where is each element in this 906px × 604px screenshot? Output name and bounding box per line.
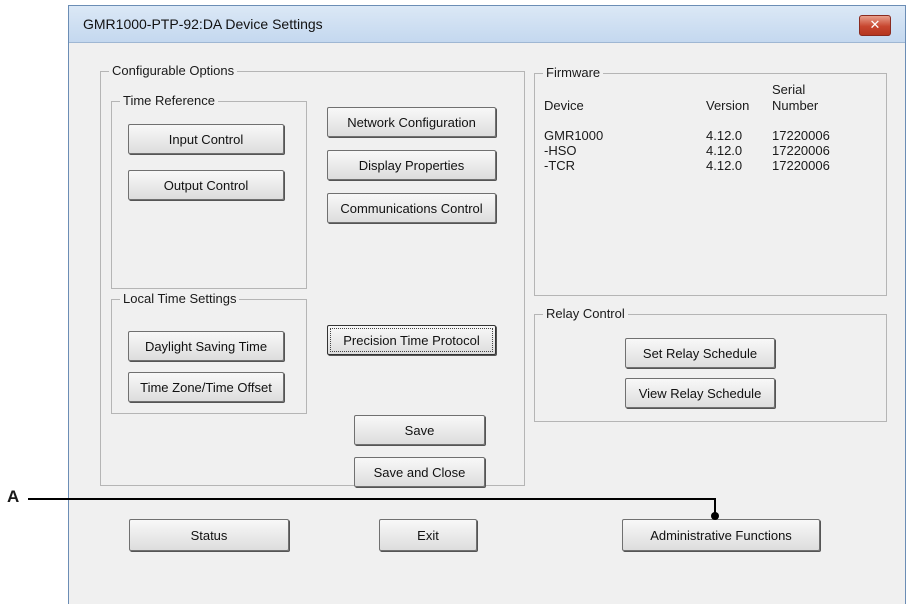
configurable-options-legend: Configurable Options [109,63,238,79]
display-properties-button[interactable]: Display Properties [327,150,496,180]
firmware-row-serial: 17220006 [772,143,830,158]
firmware-row-device: -HSO [544,143,577,158]
firmware-row-version: 4.12.0 [706,143,743,158]
configurable-options-group: Configurable Options Time Reference Inpu… [100,63,525,487]
precision-time-protocol-button[interactable]: Precision Time Protocol [327,325,496,355]
firmware-header-serial-1: Serial [772,82,806,97]
input-control-button[interactable]: Input Control [128,124,284,154]
network-configuration-button[interactable]: Network Configuration [327,107,496,137]
status-button[interactable]: Status [129,519,289,551]
close-button[interactable]: ✕ [859,15,891,36]
relay-control-legend: Relay Control [543,306,628,322]
title-bar: GMR1000-PTP-92:DA Device Settings ✕ [69,6,905,43]
firmware-legend: Firmware [543,65,604,81]
window-title: GMR1000-PTP-92:DA Device Settings [83,16,323,32]
firmware-row-device: -TCR [544,158,576,173]
save-and-close-button[interactable]: Save and Close [354,457,485,487]
callout-dot [711,512,719,520]
firmware-row-version: 4.12.0 [706,128,743,143]
exit-button[interactable]: Exit [379,519,477,551]
relay-control-group: Relay Control Set Relay Schedule View Re… [534,306,887,422]
set-relay-schedule-button[interactable]: Set Relay Schedule [625,338,775,368]
firmware-row-version: 4.12.0 [706,158,743,173]
save-button[interactable]: Save [354,415,485,445]
callout-line [28,498,715,500]
time-zone-offset-button[interactable]: Time Zone/Time Offset [128,372,284,402]
local-time-settings-group: Local Time Settings Daylight Saving Time… [111,291,307,414]
device-settings-window: GMR1000-PTP-92:DA Device Settings ✕ Conf… [68,5,906,604]
view-relay-schedule-button[interactable]: View Relay Schedule [625,378,775,408]
communications-control-button[interactable]: Communications Control [327,193,496,223]
firmware-row-serial: 17220006 [772,158,830,173]
callout-label-a: A [7,487,20,506]
firmware-header-device: Device [544,98,584,113]
time-reference-legend: Time Reference [120,93,218,109]
administrative-functions-button[interactable]: Administrative Functions [622,519,820,551]
firmware-header-serial-2: Number [772,98,819,113]
close-icon: ✕ [869,17,881,32]
time-reference-group: Time Reference Input Control Output Cont… [111,93,307,289]
firmware-row-serial: 17220006 [772,128,830,143]
local-time-settings-legend: Local Time Settings [120,291,240,307]
firmware-row-device: GMR1000 [544,128,604,143]
firmware-header-version: Version [706,98,750,113]
output-control-button[interactable]: Output Control [128,170,284,200]
firmware-group: Firmware Device Version Serial Number GM… [534,65,887,296]
daylight-saving-time-button[interactable]: Daylight Saving Time [128,331,284,361]
